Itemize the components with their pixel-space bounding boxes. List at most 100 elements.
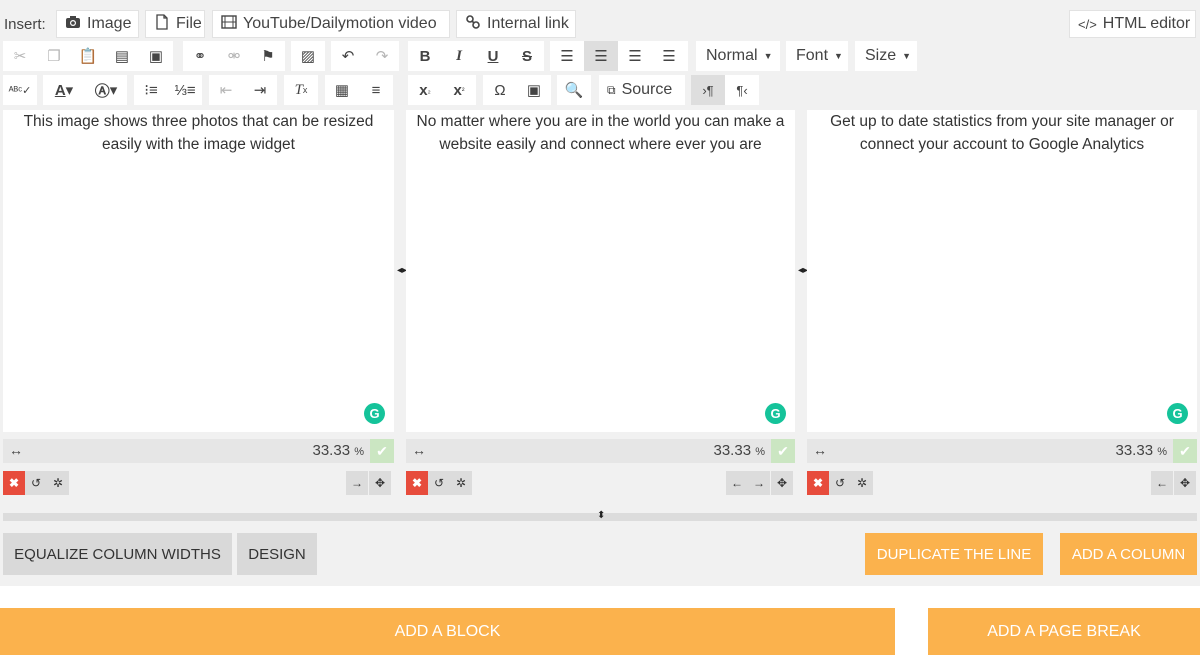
row-resize-bar[interactable]: ⬍ bbox=[3, 510, 1197, 521]
move-icon[interactable]: ✥ bbox=[369, 471, 391, 495]
arrow-left-icon[interactable]: ← bbox=[1151, 471, 1173, 495]
grammarly-icon[interactable]: G bbox=[1167, 403, 1188, 424]
column-3[interactable]: Get up to date statistics from your site… bbox=[807, 110, 1197, 432]
camera-icon bbox=[65, 14, 81, 35]
text-color-icon[interactable]: A ▾ bbox=[43, 75, 85, 105]
align-right-icon[interactable]: ☰ bbox=[618, 41, 652, 71]
column-1[interactable]: This image shows three photos that can b… bbox=[3, 110, 394, 432]
link-icon[interactable]: ⚭ bbox=[183, 41, 217, 71]
column-3-text[interactable]: Get up to date statistics from your site… bbox=[807, 110, 1197, 156]
column-2[interactable]: No matter where you are in the world you… bbox=[406, 110, 795, 432]
column-resize-handle[interactable]: ◂▸ bbox=[397, 265, 407, 276]
add-page-break-label: ADD A PAGE BREAK bbox=[987, 622, 1141, 640]
color-group: A ▾ Ⓐ ▾ bbox=[43, 75, 127, 105]
outdent-icon[interactable]: ⇤ bbox=[209, 75, 243, 105]
column-1-width-value[interactable]: 33.33 % bbox=[313, 442, 365, 459]
add-page-break-button[interactable]: ADD A PAGE BREAK bbox=[928, 608, 1200, 655]
underline-icon[interactable]: U bbox=[476, 41, 510, 71]
check-icon[interactable]: ✔ bbox=[771, 439, 795, 463]
gear-icon[interactable]: ✲ bbox=[47, 471, 69, 495]
table-icon[interactable]: ▦ bbox=[325, 75, 359, 105]
undo-icon[interactable]: ↶ bbox=[331, 41, 365, 71]
script-group: x₂ x² bbox=[408, 75, 476, 105]
duplicate-line-button[interactable]: DUPLICATE THE LINE bbox=[865, 533, 1043, 575]
bold-icon[interactable]: B bbox=[408, 41, 442, 71]
arrow-right-icon[interactable]: → bbox=[346, 471, 368, 495]
anchor-flag-icon[interactable]: ⚑ bbox=[251, 41, 285, 71]
delete-column-icon[interactable]: ✖ bbox=[807, 471, 829, 495]
delete-column-icon[interactable]: ✖ bbox=[406, 471, 428, 495]
copy-icon[interactable]: ❐ bbox=[37, 41, 71, 71]
unlink-icon[interactable]: ⚮ bbox=[217, 41, 251, 71]
strikethrough-icon[interactable]: S bbox=[510, 41, 544, 71]
move-icon[interactable]: ✥ bbox=[771, 471, 793, 495]
special-character-icon[interactable]: Ω bbox=[483, 75, 517, 105]
spellcheck-group: ᴬᴮᶜ✓ bbox=[3, 75, 37, 105]
gear-icon[interactable]: ✲ bbox=[851, 471, 873, 495]
italic-icon[interactable]: I bbox=[442, 41, 476, 71]
column-2-text[interactable]: No matter where you are in the world you… bbox=[406, 110, 795, 156]
arrow-left-icon[interactable]: ← bbox=[726, 471, 748, 495]
media-embed-icon[interactable]: ▣ bbox=[517, 75, 551, 105]
direction-group: ›¶ ¶‹ bbox=[691, 75, 759, 105]
preview-icon[interactable]: 🔍 bbox=[557, 75, 591, 105]
column-3-width-value[interactable]: 33.33 % bbox=[1116, 442, 1168, 459]
background-color-icon[interactable]: Ⓐ ▾ bbox=[85, 75, 127, 105]
link-icon bbox=[465, 14, 481, 35]
undo-icon[interactable]: ↺ bbox=[829, 471, 851, 495]
column-1-width-bar: ↔ 33.33 % ✔ bbox=[3, 439, 394, 463]
ltr-icon[interactable]: ›¶ bbox=[691, 75, 725, 105]
gear-icon[interactable]: ✲ bbox=[450, 471, 472, 495]
format-select-value: Normal bbox=[706, 47, 758, 64]
paste-text-icon[interactable]: ▤ bbox=[105, 41, 139, 71]
indent-icon[interactable]: ⇥ bbox=[243, 75, 277, 105]
column-1-controls: ✖ ↺ ✲ → ✥ bbox=[3, 471, 394, 495]
paste-word-icon[interactable]: ▣ bbox=[139, 41, 173, 71]
align-justify-icon[interactable]: ☰ bbox=[652, 41, 686, 71]
align-left-icon[interactable]: ☰ bbox=[550, 41, 584, 71]
delete-column-icon[interactable]: ✖ bbox=[3, 471, 25, 495]
add-column-button[interactable]: ADD A COLUMN bbox=[1060, 533, 1197, 575]
undo-icon[interactable]: ↺ bbox=[25, 471, 47, 495]
insert-video-label: YouTube/Dailymotion video bbox=[243, 15, 437, 32]
format-select[interactable]: Normal ▼ bbox=[696, 41, 780, 71]
check-icon[interactable]: ✔ bbox=[370, 439, 394, 463]
duplicate-line-label: DUPLICATE THE LINE bbox=[876, 545, 1032, 563]
insert-video-button[interactable]: YouTube/Dailymotion video bbox=[212, 10, 450, 38]
design-button[interactable]: DESIGN bbox=[237, 533, 317, 575]
equalize-columns-label: EQUALIZE COLUMN WIDTHS bbox=[14, 545, 221, 563]
column-1-text[interactable]: This image shows three photos that can b… bbox=[3, 110, 394, 156]
column-2-width-value[interactable]: 33.33 % bbox=[714, 442, 766, 459]
move-icon[interactable]: ✥ bbox=[1174, 471, 1196, 495]
font-select[interactable]: Font ▼ bbox=[786, 41, 848, 71]
arrow-right-icon[interactable]: → bbox=[748, 471, 770, 495]
spellcheck-icon[interactable]: ᴬᴮᶜ✓ bbox=[3, 75, 37, 105]
superscript-icon[interactable]: x² bbox=[442, 75, 476, 105]
horizontal-line-icon[interactable]: ≡ bbox=[359, 75, 393, 105]
insert-file-button[interactable]: File bbox=[145, 10, 205, 38]
rtl-icon[interactable]: ¶‹ bbox=[725, 75, 759, 105]
align-center-icon[interactable]: ☰ bbox=[584, 41, 618, 71]
redo-icon[interactable]: ↷ bbox=[365, 41, 399, 71]
remove-format-icon[interactable]: Tx bbox=[284, 75, 318, 105]
cut-icon[interactable]: ✂ bbox=[3, 41, 37, 71]
insert-image-button[interactable]: Image bbox=[56, 10, 139, 38]
add-block-button[interactable]: ADD A BLOCK bbox=[0, 608, 895, 655]
insert-internal-link-button[interactable]: Internal link bbox=[456, 10, 576, 38]
bulleted-list-icon[interactable]: ⁝≡ bbox=[134, 75, 168, 105]
numbered-list-icon[interactable]: ⅓≡ bbox=[168, 75, 202, 105]
column-resize-handle[interactable]: ◂▸ bbox=[798, 265, 808, 276]
preview-group: 🔍 bbox=[557, 75, 591, 105]
html-editor-button[interactable]: </> HTML editor bbox=[1069, 10, 1196, 38]
undo-icon[interactable]: ↺ bbox=[428, 471, 450, 495]
grammarly-icon[interactable]: G bbox=[364, 403, 385, 424]
size-select[interactable]: Size ▼ bbox=[855, 41, 917, 71]
check-icon[interactable]: ✔ bbox=[1173, 439, 1197, 463]
grammarly-icon[interactable]: G bbox=[765, 403, 786, 424]
align-group: ☰ ☰ ☰ ☰ bbox=[550, 41, 688, 71]
subscript-icon[interactable]: x₂ bbox=[408, 75, 442, 105]
equalize-columns-button[interactable]: EQUALIZE COLUMN WIDTHS bbox=[3, 533, 232, 575]
paste-icon[interactable]: 📋 bbox=[71, 41, 105, 71]
image-icon[interactable]: ▨ bbox=[291, 41, 325, 71]
source-button[interactable]: ⧉ Source bbox=[599, 75, 685, 105]
